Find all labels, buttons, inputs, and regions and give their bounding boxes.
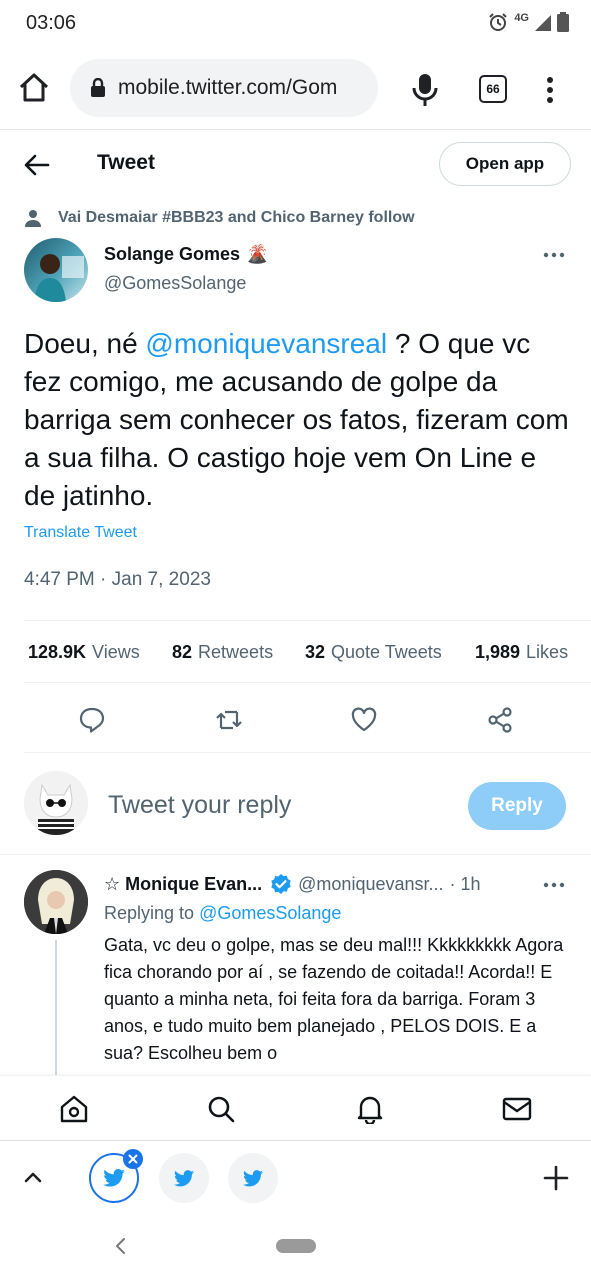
open-app-button[interactable]: Open app [439, 142, 571, 186]
bottom-nav [0, 1075, 591, 1140]
author-name-text: Solange Gomes [104, 244, 241, 264]
comment-text: Gata, vc deu o golpe, mas se deu mal!!! … [104, 935, 564, 1063]
reply-button[interactable]: Reply [468, 782, 566, 830]
share-icon[interactable] [486, 706, 514, 734]
user-avatar [24, 771, 88, 835]
retweets-label: Retweets [198, 642, 274, 662]
like-icon[interactable] [350, 706, 378, 734]
divider [24, 752, 591, 753]
home-gesture-pill[interactable] [276, 1239, 316, 1253]
plus-icon[interactable] [543, 1165, 569, 1191]
author-handle[interactable]: @GomesSolange [104, 273, 246, 294]
views-label: Views [92, 642, 140, 662]
divider [24, 620, 591, 621]
quotes-label: Quote Tweets [331, 642, 442, 662]
tweet-mention[interactable]: @moniquevansreal [145, 328, 387, 359]
reply-input[interactable]: Tweet your reply [108, 791, 291, 820]
notifications-icon[interactable] [355, 1094, 385, 1124]
tab-twitter[interactable] [159, 1153, 209, 1203]
social-context-text: Vai Desmaiar #BBB23 and Chico Barney fol… [58, 209, 415, 226]
close-icon[interactable] [123, 1149, 143, 1169]
alarm-icon [489, 13, 508, 31]
network-label: 4G [514, 12, 529, 24]
likes-label: Likes [526, 642, 569, 662]
messages-icon[interactable] [502, 1094, 532, 1124]
tweet-text: Doeu, né @moniquevansreal ? O que vc fez… [24, 325, 572, 515]
retweets-stat[interactable]: 82 Retweets [172, 642, 305, 663]
reply-composer: Tweet your reply Reply [0, 755, 591, 855]
tweet-timestamp[interactable]: 4:47 PM · Jan 7, 2023 [24, 569, 211, 591]
views-stat[interactable]: 128.9K Views [28, 642, 172, 663]
retweet-icon[interactable] [215, 706, 243, 734]
lock-icon [91, 78, 105, 97]
twitter-bird-icon [103, 1169, 125, 1187]
translate-tweet-link[interactable]: Translate Tweet [24, 524, 137, 542]
mic-icon[interactable] [410, 72, 440, 108]
reply-icon[interactable] [78, 706, 106, 734]
social-context[interactable]: Vai Desmaiar #BBB23 and Chico Barney fol… [24, 209, 415, 227]
search-icon[interactable] [206, 1094, 236, 1124]
twitter-bird-icon [174, 1169, 194, 1186]
status-time: 03:06 [26, 12, 77, 34]
person-icon [25, 210, 41, 227]
home-icon[interactable] [16, 70, 52, 106]
replying-prefix: Replying to [104, 903, 200, 923]
home-icon[interactable] [59, 1094, 89, 1124]
battery-icon [557, 12, 569, 32]
author-name[interactable]: Solange Gomes 🌋 [104, 244, 268, 265]
more-icon[interactable] [543, 252, 565, 258]
replying-to-handle[interactable]: @GomesSolange [199, 903, 341, 923]
comment-avatar[interactable] [24, 870, 88, 934]
status-icons: 4G [488, 12, 569, 32]
comment-author-handle[interactable]: @moniquevansr... [298, 874, 443, 895]
likes-stat[interactable]: 1,989 Likes [475, 642, 568, 663]
tweet-actions [24, 700, 567, 740]
likes-count: 1,989 [475, 642, 521, 662]
page-title: Tweet [97, 151, 155, 174]
quotes-count: 32 [305, 642, 326, 662]
views-count: 128.9K [28, 642, 87, 662]
tweet-text-pre: Doeu, né [24, 328, 146, 359]
browser-tab-strip [0, 1140, 591, 1212]
verified-icon [270, 873, 292, 895]
back-arrow-icon[interactable] [22, 150, 52, 180]
replying-to: Replying to @GomesSolange [104, 903, 341, 924]
author-avatar[interactable] [24, 238, 88, 302]
comment-header: ☆ Monique Evan... @moniquevansr... · 1h [104, 873, 481, 895]
twitter-bird-icon [243, 1169, 263, 1186]
tweet-stats: 128.9K Views 82 Retweets 32 Quote Tweets 1,… [28, 642, 568, 663]
status-bar: 03:06 4G [0, 0, 591, 50]
quotes-stat[interactable]: 32 Quote Tweets [305, 642, 475, 663]
comment-author-name[interactable]: ☆ Monique Evan... [104, 874, 262, 895]
system-nav-bar [0, 1212, 591, 1280]
divider [24, 682, 591, 683]
retweets-count: 82 [172, 642, 193, 662]
more-icon[interactable] [543, 882, 565, 888]
signal-icon [535, 15, 551, 31]
url-bar[interactable]: mobile.twitter.com/Gom [70, 59, 378, 117]
tab-twitter[interactable] [228, 1153, 278, 1203]
system-back-icon[interactable] [113, 1236, 127, 1256]
comment-time[interactable]: · 1h [450, 874, 481, 895]
tabs-icon[interactable]: 66 [479, 75, 507, 103]
browser-toolbar: mobile.twitter.com/Gom 66 [0, 50, 591, 130]
url-text: mobile.twitter.com/Gom [118, 76, 338, 99]
chevron-up-icon[interactable] [22, 1167, 44, 1189]
overflow-menu-icon[interactable] [540, 72, 560, 108]
thread-line [55, 940, 57, 1075]
volcano-emoji: 🌋 [246, 244, 269, 264]
